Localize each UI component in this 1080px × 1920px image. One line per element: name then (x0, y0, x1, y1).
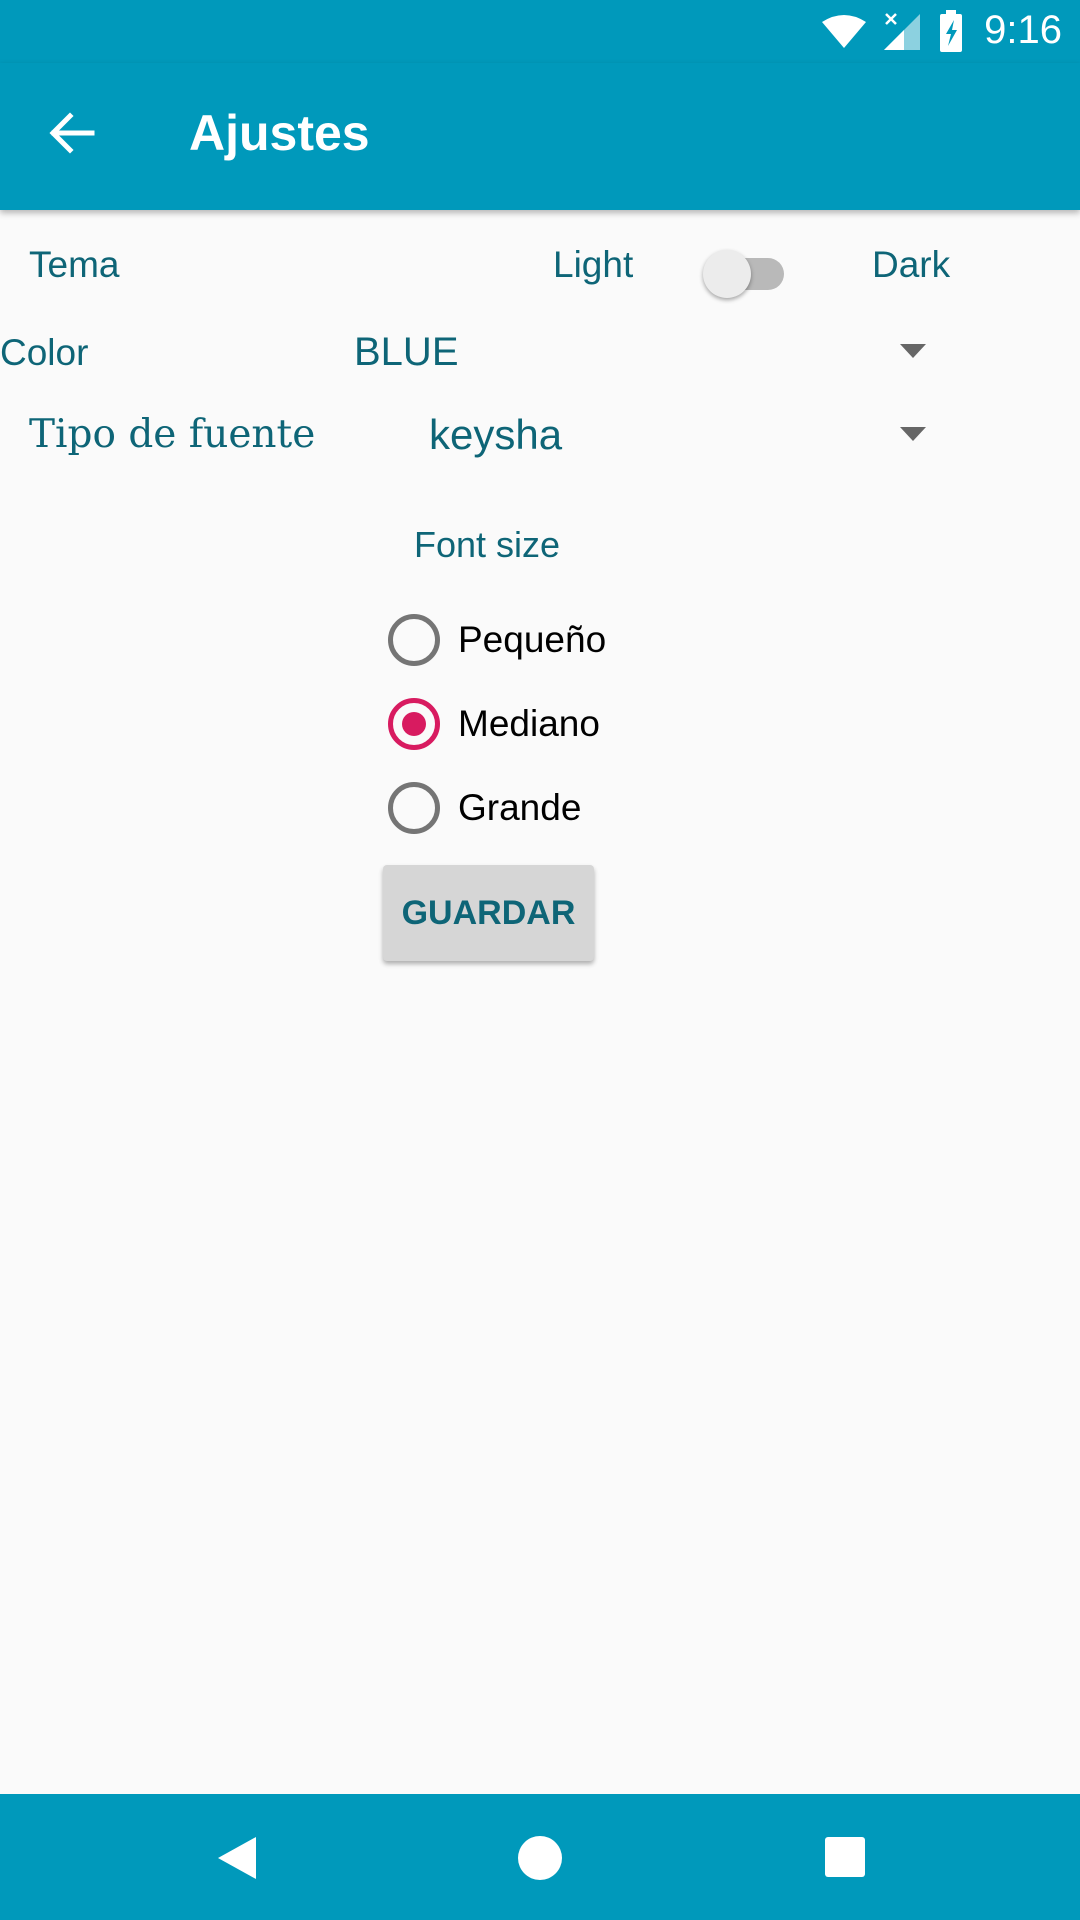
signal-icon (884, 13, 920, 50)
status-time: 9:16 (984, 8, 1062, 52)
font-type-dropdown[interactable]: keysha (429, 411, 562, 459)
radio-button[interactable] (388, 782, 440, 834)
font-type-label: Tipo de fuente (29, 412, 316, 457)
theme-light-label: Light (553, 244, 634, 285)
battery-charging-icon (940, 10, 962, 52)
font-size-label: Font size (414, 524, 561, 565)
dropdown-arrow-icon[interactable] (900, 427, 926, 441)
nav-recents-icon[interactable] (825, 1837, 865, 1877)
app-bar (0, 63, 1080, 210)
wifi-icon (822, 15, 866, 48)
save-button[interactable]: GUARDAR (383, 865, 594, 961)
radio-option-large[interactable]: Grande (388, 780, 581, 836)
switch-thumb (703, 250, 751, 298)
radio-button[interactable] (388, 698, 440, 750)
theme-label: Tema (29, 244, 120, 285)
radio-label: Pequeño (458, 619, 607, 660)
dropdown-arrow-icon[interactable] (900, 344, 926, 358)
radio-label: Mediano (458, 703, 600, 744)
color-label: Color (0, 332, 89, 373)
color-dropdown[interactable]: BLUE (354, 330, 459, 375)
arrow-back-icon[interactable] (44, 105, 100, 161)
nav-back-icon[interactable] (216, 1835, 258, 1881)
theme-dark-label: Dark (872, 244, 951, 285)
radio-option-medium[interactable]: Mediano (388, 696, 600, 752)
nav-home-icon[interactable] (518, 1836, 562, 1880)
radio-selected-dot (402, 712, 426, 736)
radio-label: Grande (458, 787, 582, 828)
radio-option-small[interactable]: Pequeño (388, 612, 606, 668)
radio-button[interactable] (388, 614, 440, 666)
theme-toggle-switch[interactable] (700, 246, 790, 302)
page-title: Ajustes (189, 105, 370, 161)
status-icons (822, 10, 962, 52)
status-bar: 9:16 (0, 0, 1080, 63)
